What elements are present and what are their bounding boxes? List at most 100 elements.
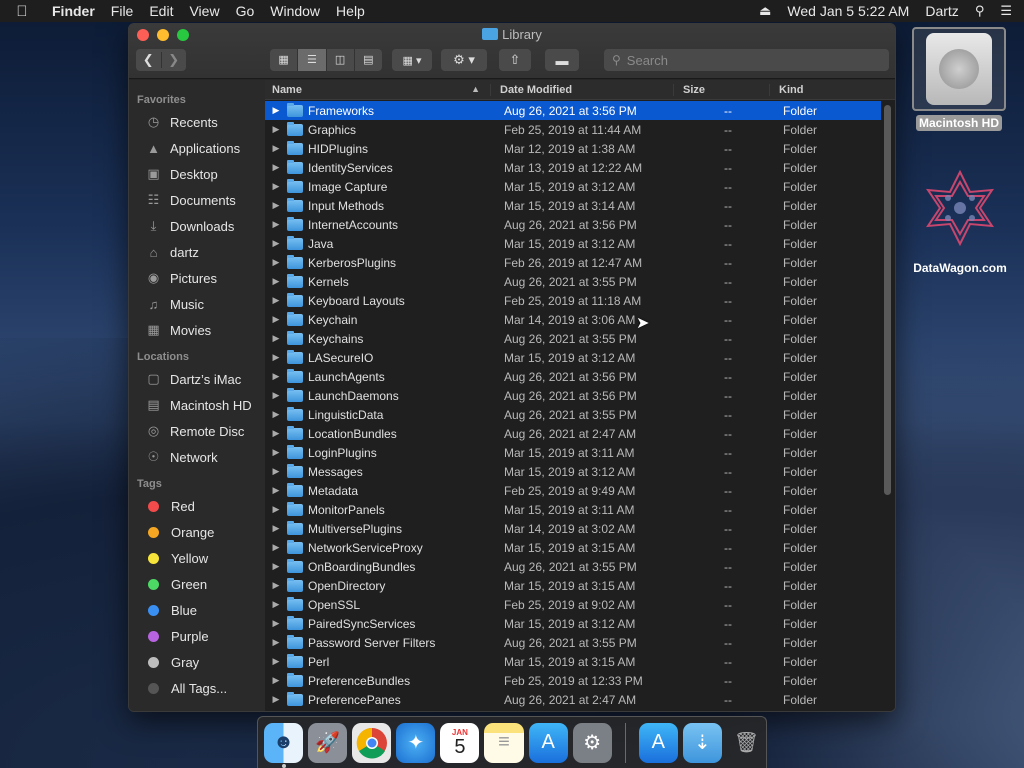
disclosure-triangle-icon[interactable]: ▶	[265, 314, 287, 325]
calendar-icon[interactable]: JAN 5	[440, 722, 480, 763]
menu-go[interactable]: Go	[228, 3, 263, 19]
disclosure-triangle-icon[interactable]: ▶	[265, 371, 287, 382]
sidebar-item-network[interactable]: ☉ Network	[129, 444, 265, 470]
disclosure-triangle-icon[interactable]: ▶	[265, 504, 287, 515]
icon-view-button[interactable]: ▦	[270, 49, 299, 71]
menu-file[interactable]: File	[103, 3, 142, 19]
table-row[interactable]: ▶ Graphics Feb 25, 2019 at 11:44 AM -- Folde…	[265, 120, 881, 139]
sidebar-tag-all-tags[interactable]: All Tags...	[129, 675, 265, 701]
disclosure-triangle-icon[interactable]: ▶	[265, 618, 287, 629]
table-row[interactable]: ▶ Metadata Feb 25, 2019 at 9:49 AM -- Folder	[265, 481, 881, 500]
disclosure-triangle-icon[interactable]: ▶	[265, 523, 287, 534]
apple-menu-icon[interactable]: 	[0, 3, 44, 20]
menu-edit[interactable]: Edit	[141, 3, 181, 19]
system-preferences-icon[interactable]: ⚙	[572, 722, 612, 763]
sidebar-tag-blue[interactable]: Blue	[129, 597, 265, 623]
disclosure-triangle-icon[interactable]: ▶	[265, 238, 287, 249]
table-row[interactable]: ▶ Keychain Mar 14, 2019 at 3:06 AM -- Folder	[265, 310, 881, 329]
back-button[interactable]: ❮	[136, 52, 162, 68]
menubar-user[interactable]: Dartz	[925, 3, 958, 19]
table-row[interactable]: ▶ LocationBundles Aug 26, 2021 at 2:47 AM -…	[265, 424, 881, 443]
disclosure-triangle-icon[interactable]: ▶	[265, 580, 287, 591]
disclosure-triangle-icon[interactable]: ▶	[265, 694, 287, 705]
eject-icon[interactable]: ⏏	[759, 3, 771, 19]
spotlight-search-icon[interactable]: ⚲	[975, 3, 985, 19]
column-view-button[interactable]: ◫	[327, 49, 355, 71]
disclosure-triangle-icon[interactable]: ▶	[265, 333, 287, 344]
disclosure-triangle-icon[interactable]: ▶	[265, 181, 287, 192]
table-row[interactable]: ▶ OpenDirectory Mar 15, 2019 at 3:15 AM -- F…	[265, 576, 881, 595]
group-by-button[interactable]: ▦ ▾	[392, 49, 432, 71]
table-row[interactable]: ▶ PreferenceBundles Feb 25, 2019 at 12:33 …	[265, 671, 881, 690]
disclosure-triangle-icon[interactable]: ▶	[265, 390, 287, 401]
list-view-button[interactable]: ☰	[298, 49, 327, 71]
column-header-date[interactable]: Date Modified	[490, 83, 673, 96]
share-button[interactable]: ⇧	[499, 49, 531, 71]
column-header-name[interactable]: Name ▲	[265, 84, 490, 96]
sidebar-item-music[interactable]: ♫ Music	[129, 291, 265, 317]
sidebar-item-movies[interactable]: ▦ Movies	[129, 317, 265, 343]
table-row[interactable]: ▶ PairedSyncServices Mar 15, 2019 at 3:12 …	[265, 614, 881, 633]
table-row[interactable]: ▶ IdentityServices Mar 13, 2019 at 12:22 A…	[265, 158, 881, 177]
table-row[interactable]: ▶ OnBoardingBundles Aug 26, 2021 at 3:55 P…	[265, 557, 881, 576]
disclosure-triangle-icon[interactable]: ▶	[265, 561, 287, 572]
table-row[interactable]: ▶ LaunchAgents Aug 26, 2021 at 3:56 PM -- Fo…	[265, 367, 881, 386]
table-row[interactable]: ▶ Input Methods Mar 15, 2019 at 3:14 AM -- F…	[265, 196, 881, 215]
disclosure-triangle-icon[interactable]: ▶	[265, 124, 287, 135]
table-row[interactable]: ▶ OpenSSL Feb 25, 2019 at 9:02 AM -- Folder	[265, 595, 881, 614]
disclosure-triangle-icon[interactable]: ▶	[265, 599, 287, 610]
disclosure-triangle-icon[interactable]: ▶	[265, 143, 287, 154]
disclosure-triangle-icon[interactable]: ▶	[265, 485, 287, 496]
forward-button[interactable]: ❯	[162, 52, 187, 68]
table-row[interactable]: ▶ InternetAccounts Aug 26, 2021 at 3:56 PM…	[265, 215, 881, 234]
table-row[interactable]: ▶ KerberosPlugins Feb 26, 2019 at 12:47 AM…	[265, 253, 881, 272]
disclosure-triangle-icon[interactable]: ▶	[265, 447, 287, 458]
sidebar-item-imac[interactable]: ▢ Dartz’s iMac	[129, 366, 265, 392]
disclosure-triangle-icon[interactable]: ▶	[265, 257, 287, 268]
app-store-icon[interactable]: A	[528, 722, 568, 763]
vertical-scrollbar[interactable]	[884, 105, 891, 495]
sidebar-item-documents[interactable]: ☷ Documents	[129, 187, 265, 213]
notification-center-icon[interactable]: ☰	[1000, 3, 1012, 19]
table-row[interactable]: ▶ LoginPlugins Mar 15, 2019 at 3:11 AM -- Fo…	[265, 443, 881, 462]
disclosure-triangle-icon[interactable]: ▶	[265, 542, 287, 553]
sidebar-tag-orange[interactable]: Orange	[129, 519, 265, 545]
table-row[interactable]: ▶ Frameworks Aug 26, 2021 at 3:56 PM -- Fold…	[265, 101, 881, 120]
disclosure-triangle-icon[interactable]: ▶	[265, 105, 287, 116]
table-row[interactable]: ▶ Messages Mar 15, 2019 at 3:12 AM -- Folder	[265, 462, 881, 481]
finder-icon[interactable]: ☻	[264, 722, 304, 768]
chrome-icon[interactable]	[352, 722, 392, 763]
table-row[interactable]: ▶ MultiversePlugins Mar 14, 2019 at 3:02 A…	[265, 519, 881, 538]
disclosure-triangle-icon[interactable]: ▶	[265, 637, 287, 648]
action-gear-button[interactable]: ⚙ ▾	[441, 49, 487, 71]
title-bar[interactable]: Library ❮ ❯ ▦ ☰ ◫ ▤ ▦ ▾ ⚙ ▾ ⇧ ▬ ⚲ Search	[129, 24, 895, 79]
disclosure-triangle-icon[interactable]: ▶	[265, 409, 287, 420]
trash-icon[interactable]: 🗑	[727, 723, 766, 763]
disclosure-triangle-icon[interactable]: ▶	[265, 276, 287, 287]
table-row[interactable]: ▶ PreferencePanes Aug 26, 2021 at 2:47 AM -…	[265, 690, 881, 709]
menu-view[interactable]: View	[181, 3, 227, 19]
disclosure-triangle-icon[interactable]: ▶	[265, 428, 287, 439]
sidebar-tag-red[interactable]: Red	[129, 493, 265, 519]
disclosure-triangle-icon[interactable]: ▶	[265, 295, 287, 306]
sidebar-item-pictures[interactable]: ◉ Pictures	[129, 265, 265, 291]
table-row[interactable]: ▶ LinguisticData Aug 26, 2021 at 3:55 PM --…	[265, 405, 881, 424]
launchpad-icon[interactable]: 🚀	[308, 722, 348, 763]
sidebar-item-remote-disc[interactable]: ◎ Remote Disc	[129, 418, 265, 444]
sidebar-tag-yellow[interactable]: Yellow	[129, 545, 265, 571]
table-row[interactable]: ▶ Image Capture Mar 15, 2019 at 3:12 AM -- F…	[265, 177, 881, 196]
sidebar-tag-gray[interactable]: Gray	[129, 649, 265, 675]
table-row[interactable]: ▶ NetworkServiceProxy Mar 15, 2019 at 3:15…	[265, 538, 881, 557]
disclosure-triangle-icon[interactable]: ▶	[265, 219, 287, 230]
sidebar-item-recents[interactable]: ◷ Recents	[129, 109, 265, 135]
menu-window[interactable]: Window	[262, 3, 328, 19]
table-row[interactable]: ▶ HIDPlugins Mar 12, 2019 at 1:38 AM -- Fold…	[265, 139, 881, 158]
sidebar-item-desktop[interactable]: ▣ Desktop	[129, 161, 265, 187]
desktop-datawagon[interactable]: DataWagon.com	[902, 168, 1018, 275]
disclosure-triangle-icon[interactable]: ▶	[265, 352, 287, 363]
table-row[interactable]: ▶ Keyboard Layouts Feb 25, 2019 at 11:18 A…	[265, 291, 881, 310]
menubar-clock[interactable]: Wed Jan 5 5:22 AM	[787, 3, 909, 19]
sidebar-item-home[interactable]: ⌂ dartz	[129, 239, 265, 265]
menu-help[interactable]: Help	[328, 3, 373, 19]
table-row[interactable]: ▶ LaunchDaemons Aug 26, 2021 at 3:56 PM -- F…	[265, 386, 881, 405]
